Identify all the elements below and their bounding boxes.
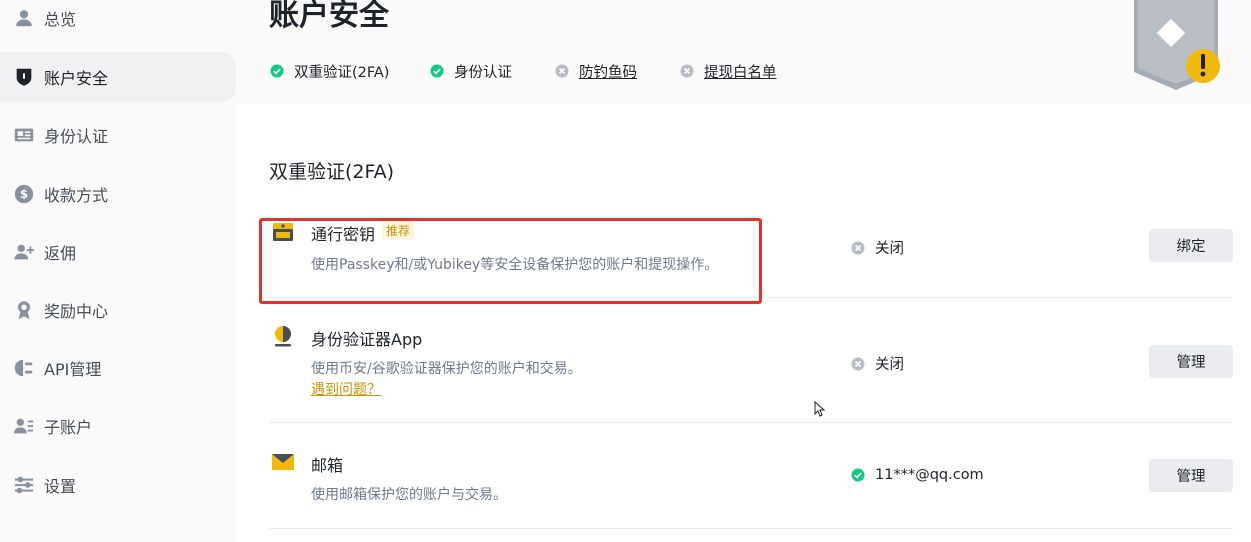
manage-authenticator-button[interactable]: 管理 <box>1149 345 1233 378</box>
api-icon <box>13 357 35 379</box>
bind-passkey-button[interactable]: 绑定 <box>1149 229 1233 262</box>
row-title: 邮箱 <box>311 456 344 475</box>
sidebar-item-label: 账户安全 <box>44 69 109 88</box>
dollar-icon: $ <box>13 183 35 205</box>
sidebar-item-payment[interactable]: $ 收款方式 <box>0 169 236 219</box>
sidebar-item-label: 奖励中心 <box>44 302 109 321</box>
sidebar-item-label: 子账户 <box>44 418 93 437</box>
sidebar-item-label: 设置 <box>44 477 77 496</box>
sidebar-item-sub-account[interactable]: 子账户 <box>0 401 236 451</box>
summary-identity: 身份认证 <box>430 61 512 81</box>
manage-email-button[interactable]: 管理 <box>1149 459 1233 492</box>
sidebar-item-label: API管理 <box>44 360 102 379</box>
divider <box>269 528 1233 529</box>
medal-icon <box>13 299 35 321</box>
recommended-badge: 推荐 <box>382 221 415 240</box>
sidebar-item-label: 总览 <box>44 10 77 29</box>
x-circle-icon <box>555 64 569 78</box>
status-email: 11***@qq.com <box>851 467 984 483</box>
mouse-cursor-icon <box>814 401 826 417</box>
status-authenticator: 关闭 <box>851 353 904 374</box>
user-icon <box>13 7 35 29</box>
check-circle-icon <box>430 64 444 78</box>
sidebar-item-label: 身份认证 <box>44 127 109 146</box>
passkey-icon <box>271 220 295 244</box>
check-circle-icon <box>851 468 865 482</box>
trouble-link[interactable]: 遇到问题？ <box>311 379 381 399</box>
sidebar-item-settings[interactable]: 设置 <box>0 460 236 510</box>
add-user-icon <box>13 241 35 263</box>
id-card-icon <box>13 124 35 146</box>
sidebar-item-rewards[interactable]: 奖励中心 <box>0 285 236 335</box>
summary-2fa: 双重验证(2FA) <box>270 61 389 81</box>
summary-anti-phishing[interactable]: 防钓鱼码 <box>555 61 637 81</box>
sidebar-item-label: 收款方式 <box>44 186 109 205</box>
email-icon <box>271 450 295 474</box>
row-description: 使用Passkey和/或Yubikey等安全设备保护您的账户和提现操作。 <box>311 257 719 273</box>
section-title: 双重验证(2FA) <box>269 161 395 183</box>
page-title: 账户安全 <box>269 0 389 33</box>
row-title: 通行密钥 <box>311 225 376 244</box>
main-content: 账户安全 双重验证(2FA) 身份认证 防钓鱼码 提现白名单 双重验证(2FA)… <box>236 0 1251 542</box>
sidebar-item-overview[interactable]: 总览 <box>0 0 236 43</box>
row-title: 身份验证器App <box>311 330 423 349</box>
row-authenticator: 身份验证器App 使用币安/谷歌验证器保护您的账户和交易。 遇到问题？ 关闭 管… <box>269 322 1233 402</box>
sub-account-icon <box>13 415 35 437</box>
x-circle-icon <box>851 357 865 371</box>
authenticator-icon <box>271 324 295 348</box>
row-description: 使用邮箱保护您的账户与交易。 <box>311 487 507 503</box>
status-passkey: 关闭 <box>851 237 904 258</box>
row-description: 使用币安/谷歌验证器保护您的账户和交易。 <box>311 361 582 377</box>
sidebar-item-api[interactable]: API管理 <box>0 343 236 393</box>
row-passkey: 通行密钥 推荐 使用Passkey和/或Yubikey等安全设备保护您的账户和提… <box>269 218 1233 298</box>
security-level-badge <box>1132 0 1224 90</box>
sidebar-item-referral[interactable]: 返佣 <box>0 227 236 277</box>
sidebar: 总览 账户安全 身份认证 $ 收款方式 返佣 奖励中心 API管理 子账户 设置 <box>0 0 236 542</box>
summary-withdrawal-whitelist[interactable]: 提现白名单 <box>680 61 777 81</box>
row-email: 邮箱 使用邮箱保护您的账户与交易。 11***@qq.com 管理 <box>269 448 1233 518</box>
sliders-icon <box>13 474 35 496</box>
svg-text:$: $ <box>20 187 28 201</box>
shield-icon <box>13 66 35 88</box>
x-circle-icon <box>851 241 865 255</box>
sidebar-item-identity[interactable]: 身份认证 <box>0 110 236 160</box>
check-circle-icon <box>270 64 284 78</box>
security-header: 账户安全 双重验证(2FA) 身份认证 防钓鱼码 提现白名单 <box>236 0 1251 104</box>
divider <box>269 422 1233 423</box>
sidebar-item-account-security[interactable]: 账户安全 <box>0 52 236 102</box>
divider <box>269 297 1233 298</box>
x-circle-icon <box>680 64 694 78</box>
sidebar-item-label: 返佣 <box>44 244 77 263</box>
